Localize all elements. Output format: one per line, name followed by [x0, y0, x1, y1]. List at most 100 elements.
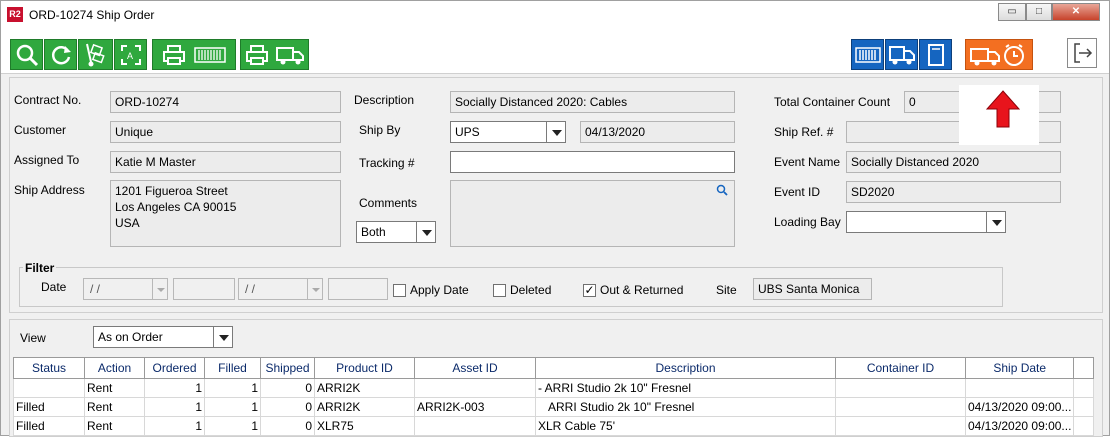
ship-date-cell: 04/13/2020 09:00...: [964, 416, 1075, 436]
site-field[interactable]: UBS Santa Monica: [753, 278, 872, 300]
column-header[interactable]: Ship Date: [964, 357, 1075, 379]
event-name-field[interactable]: Socially Distanced 2020: [846, 151, 1061, 173]
tracking-field[interactable]: [450, 151, 735, 173]
contract-no-label: Contract No.: [14, 93, 82, 107]
date-from-dropdown-button[interactable]: [152, 278, 168, 300]
ship-address-field[interactable]: 1201 Figueroa Street Los Angeles CA 9001…: [110, 180, 341, 247]
column-header[interactable]: Status: [13, 357, 85, 379]
event-id-field[interactable]: SD2020: [846, 181, 1061, 203]
view-label: View: [20, 331, 46, 345]
status-cell: [13, 378, 85, 398]
ship-by-dropdown-button[interactable]: [546, 121, 566, 143]
container-id-cell: [835, 416, 966, 436]
time-from-field[interactable]: [173, 278, 235, 300]
column-header[interactable]: Container ID: [835, 357, 966, 379]
column-header[interactable]: Asset ID: [414, 357, 536, 379]
ship-date-field[interactable]: 04/13/2020: [580, 121, 735, 143]
apply-date-checkbox[interactable]: [393, 284, 406, 297]
filled-cell: 1: [204, 416, 261, 436]
title-bar: R2 ORD-10274 Ship Order ▭ □ ✕: [1, 1, 1109, 28]
column-header[interactable]: Product ID: [314, 357, 415, 379]
site-label: Site: [716, 283, 737, 297]
description-cell: ARRI Studio 2k 10" Fresnel: [535, 397, 836, 417]
action-cell: Rent: [84, 378, 145, 398]
truck-schedule-icon: [888, 45, 915, 64]
print-barcode-button[interactable]: [152, 39, 236, 70]
column-header[interactable]: Shipped: [260, 357, 315, 379]
book-icon: [927, 43, 944, 66]
deleted-checkbox[interactable]: [493, 284, 506, 297]
customer-field[interactable]: Unique: [110, 121, 341, 143]
print-truck-icon: [275, 46, 304, 64]
column-header[interactable]: Ordered: [144, 357, 205, 379]
comments-field[interactable]: [450, 180, 735, 247]
minimize-button[interactable]: ▭: [998, 3, 1026, 21]
truck-alarm-button[interactable]: [965, 39, 1033, 70]
comments-filter-dropdown-button[interactable]: [416, 221, 436, 243]
refresh-icon: [51, 45, 71, 64]
ship-date-cell: 04/13/2020 09:00...: [964, 397, 1075, 417]
app-logo-icon: R2: [7, 7, 23, 22]
book-button[interactable]: [919, 39, 952, 70]
ordered-cell: 1: [144, 397, 205, 417]
event-id-label: Event ID: [774, 185, 821, 199]
ship-address-label: Ship Address: [14, 183, 85, 197]
asset-id-cell: [414, 378, 536, 398]
out-returned-checkbox[interactable]: ✓: [583, 284, 596, 297]
truck-schedule-button[interactable]: [885, 39, 918, 70]
column-header-spacer: [1073, 357, 1095, 379]
description-cell: XLR Cable 75': [535, 416, 836, 436]
view-dropdown-button[interactable]: [213, 326, 233, 348]
column-header[interactable]: Action: [84, 357, 145, 379]
date-to-field[interactable]: / /: [238, 278, 308, 300]
description-label: Description: [354, 93, 415, 107]
date-to-dropdown-button[interactable]: [307, 278, 323, 300]
column-header[interactable]: Description: [535, 357, 836, 379]
refresh-button[interactable]: [44, 39, 77, 70]
fit-screen-button[interactable]: A: [114, 39, 147, 70]
loading-bay-field[interactable]: [846, 211, 987, 233]
ship-order-window: R2 ORD-10274 Ship Order ▭ □ ✕ A Contract…: [0, 0, 1110, 437]
action-cell: Rent: [84, 416, 145, 436]
items-table: Status Action Ordered Filled Shipped Pro…: [13, 357, 1095, 436]
exit-button[interactable]: [1067, 38, 1097, 68]
maximize-button[interactable]: □: [1026, 3, 1052, 21]
assigned-to-field[interactable]: Katie M Master: [110, 151, 341, 173]
print-icon: [245, 44, 268, 65]
print-truck-button[interactable]: [240, 39, 309, 70]
event-name-label: Event Name: [774, 155, 841, 169]
close-button[interactable]: ✕: [1052, 3, 1100, 21]
table-row[interactable]: Rent 1 1 0 ARRI2K - ARRI Studio 2k 10" F…: [13, 378, 1095, 398]
table-row[interactable]: Filled Rent 1 1 0 ARRI2K ARRI2K-003 ARRI…: [13, 397, 1095, 417]
description-field[interactable]: Socially Distanced 2020: Cables: [450, 91, 735, 113]
red-arrow-icon: [985, 90, 1021, 128]
view-select[interactable]: As on Order: [93, 326, 214, 348]
ship-date-cell: [964, 378, 1075, 398]
barcode-button[interactable]: [851, 39, 884, 70]
comments-filter-select[interactable]: Both: [356, 221, 418, 243]
shipped-cell: 0: [260, 416, 315, 436]
hand-truck-button[interactable]: [78, 39, 113, 70]
container-id-cell: [835, 378, 966, 398]
apply-date-label: Apply Date: [410, 283, 469, 297]
print-icon: [163, 44, 185, 65]
barcode-icon: [854, 46, 881, 63]
time-to-field[interactable]: [328, 278, 388, 300]
search-button[interactable]: [10, 39, 43, 70]
table-row[interactable]: Filled Rent 1 1 0 XLR75 XLR Cable 75' 04…: [13, 416, 1095, 436]
description-cell: - ARRI Studio 2k 10" Fresnel: [535, 378, 836, 398]
search-icon[interactable]: [716, 184, 728, 196]
ordered-cell: 1: [144, 416, 205, 436]
loading-bay-dropdown-button[interactable]: [986, 211, 1006, 233]
toolbar: A: [1, 28, 1109, 74]
ship-by-label: Ship By: [359, 123, 401, 137]
total-container-label: Total Container Count: [774, 95, 891, 109]
assigned-to-label: Assigned To: [14, 153, 80, 167]
contract-no-field[interactable]: ORD-10274: [110, 91, 341, 113]
asset-id-cell: ARRI2K-003: [414, 397, 536, 417]
date-from-field[interactable]: / /: [83, 278, 153, 300]
column-header[interactable]: Filled: [204, 357, 261, 379]
loading-bay-label: Loading Bay: [774, 215, 841, 229]
window-title: ORD-10274 Ship Order: [29, 8, 155, 22]
ship-by-select[interactable]: UPS: [450, 121, 547, 143]
